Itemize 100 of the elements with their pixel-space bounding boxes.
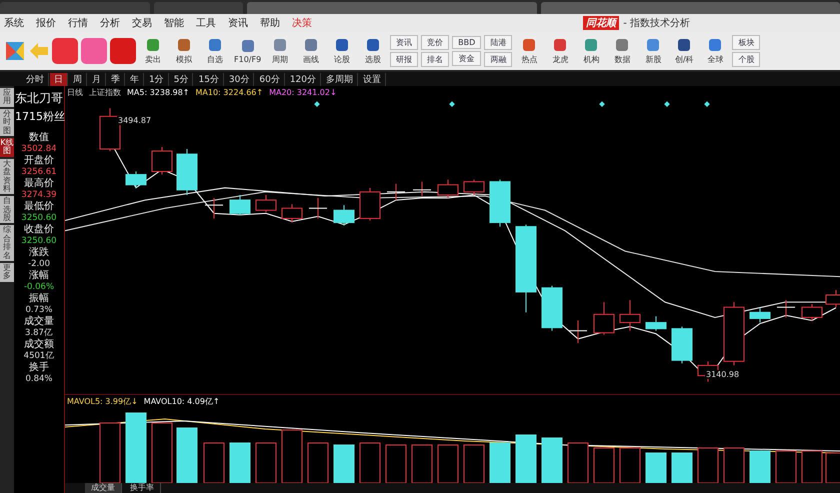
indicator-tab[interactable]: 成交量 <box>85 483 122 493</box>
toolbar-button[interactable]: 周期 <box>266 37 294 65</box>
toolbar-button[interactable]: 数据 <box>608 37 636 65</box>
toolbar-button[interactable]: 排名 <box>421 52 450 67</box>
menu-item[interactable]: 分析 <box>100 16 120 30</box>
period-tab[interactable]: 日 <box>50 72 68 86</box>
toolbar-button[interactable]: 陆港 <box>484 35 512 50</box>
volume-bar <box>776 450 796 483</box>
quote-label: 涨幅 <box>29 270 49 282</box>
toolbar-button[interactable]: BBD <box>452 36 482 49</box>
toolbar-button[interactable]: 选股 <box>359 37 388 65</box>
period-tab[interactable]: 1分 <box>145 72 169 86</box>
toolbar-button[interactable]: 论股 <box>328 37 356 65</box>
quote-value: 3250.60 <box>21 236 57 246</box>
side-tab[interactable]: 大盘资料 <box>0 158 14 194</box>
toolbar-button[interactable]: 创/科 <box>670 37 698 65</box>
volume-bar <box>750 450 770 483</box>
volume-bar <box>516 434 536 483</box>
browser-tab[interactable] <box>0 2 150 14</box>
menu-item[interactable]: 帮助 <box>260 16 280 30</box>
marker-icon <box>664 101 670 107</box>
candlestick <box>230 194 250 216</box>
toolbar-button[interactable]: 资讯 <box>390 35 418 50</box>
period-tab[interactable]: 60分 <box>255 72 285 86</box>
marker-icon <box>314 101 320 107</box>
period-tab[interactable]: 15分 <box>194 72 224 86</box>
menu-item[interactable]: 行情 <box>68 16 88 30</box>
toolbar-button[interactable]: 画线 <box>297 37 326 65</box>
side-tab[interactable]: 更多 <box>0 263 14 282</box>
menu-item[interactable]: 智能 <box>164 16 184 30</box>
volume-bar <box>698 448 718 483</box>
toolbar-button[interactable]: 研报 <box>390 52 418 67</box>
volume-bar <box>204 442 224 483</box>
chart-period: 日线 <box>67 86 83 98</box>
toolbar-button[interactable]: 板块 <box>732 35 760 50</box>
candlestick <box>256 194 276 212</box>
period-tab[interactable]: 设置 <box>359 72 386 86</box>
candlestick <box>387 184 405 200</box>
toolbar-button[interactable]: 模拟 <box>170 37 198 65</box>
toolbar-button[interactable]: 自选 <box>201 37 229 65</box>
menu-item[interactable]: 工具 <box>196 16 216 30</box>
quote-label: 振幅 <box>29 293 49 305</box>
period-tab[interactable]: 多周期 <box>322 72 358 86</box>
app-icon[interactable] <box>81 38 107 64</box>
toolbar-button[interactable]: 竞价 <box>421 35 450 50</box>
back-arrow-icon[interactable] <box>29 42 49 60</box>
volume-bar <box>334 444 354 483</box>
toolbar-button[interactable]: F10/F9 <box>232 38 264 64</box>
period-tab[interactable]: 120分 <box>286 72 322 86</box>
toolbar-button[interactable]: 机构 <box>577 37 606 65</box>
browser-tab[interactable] <box>540 2 840 14</box>
volume-bar <box>100 422 120 483</box>
side-tab[interactable]: 分时图 <box>0 108 14 136</box>
toolbar-button[interactable]: 新股 <box>639 37 668 65</box>
candlestick <box>777 300 795 318</box>
toolbar-button[interactable]: 个股 <box>732 52 760 67</box>
browser-tab[interactable] <box>154 2 244 14</box>
menu-item[interactable]: 决策 <box>292 16 312 30</box>
volume-bar <box>646 452 666 483</box>
volume-bar <box>360 442 380 483</box>
video-app-icon[interactable] <box>52 38 78 64</box>
toolbar-button[interactable]: 两融 <box>484 52 512 67</box>
period-tab[interactable]: 周 <box>69 72 87 86</box>
menu-item[interactable]: 系统 <box>4 16 24 30</box>
toolbar-button[interactable]: 龙虎 <box>546 37 574 65</box>
toolbar-button[interactable]: 全球 <box>701 37 730 65</box>
chart-app-icon[interactable] <box>110 38 136 64</box>
high-price-label: 3494.87 <box>117 116 152 125</box>
volume-bar <box>724 448 744 483</box>
candlestick <box>569 320 587 343</box>
period-tab[interactable]: 年 <box>126 72 144 86</box>
streamer-name: 东北刀哥 <box>15 90 63 107</box>
volume-bar <box>308 442 328 483</box>
quote-label: 收盘价 <box>24 224 54 236</box>
period-tab[interactable]: 5分 <box>170 72 194 86</box>
menu-item[interactable]: 资讯 <box>228 16 248 30</box>
side-tab[interactable]: 应用 <box>0 88 14 107</box>
toolbar-button[interactable]: 资金 <box>452 51 482 66</box>
menu-item[interactable]: 交易 <box>132 16 152 30</box>
period-tab[interactable]: 月 <box>88 72 106 86</box>
side-tab[interactable]: K线图 <box>0 138 14 157</box>
side-tab[interactable]: 综合排名 <box>0 225 14 262</box>
quote-label: 最高价 <box>24 178 54 190</box>
volume-bar <box>464 444 484 483</box>
indicator-tab[interactable]: 换手率 <box>124 483 161 493</box>
browser-tab[interactable] <box>247 2 537 14</box>
candlestick <box>205 198 223 218</box>
menu-item[interactable]: 报价 <box>36 16 56 30</box>
candlestick <box>724 302 744 366</box>
volume-bar <box>230 442 250 483</box>
quote-value: 3250.60 <box>21 213 57 224</box>
candlestick <box>438 180 458 198</box>
side-tab[interactable]: 自选股 <box>0 196 14 224</box>
quote-label: 开盘价 <box>24 155 54 167</box>
period-tab[interactable]: 30分 <box>224 72 254 86</box>
toolbar-button[interactable]: 卖出 <box>139 37 167 65</box>
map-icon[interactable] <box>4 40 26 62</box>
period-tab[interactable]: 季 <box>107 72 125 86</box>
period-tab[interactable]: 分时 <box>22 72 49 86</box>
toolbar-button[interactable]: 热点 <box>515 37 544 65</box>
